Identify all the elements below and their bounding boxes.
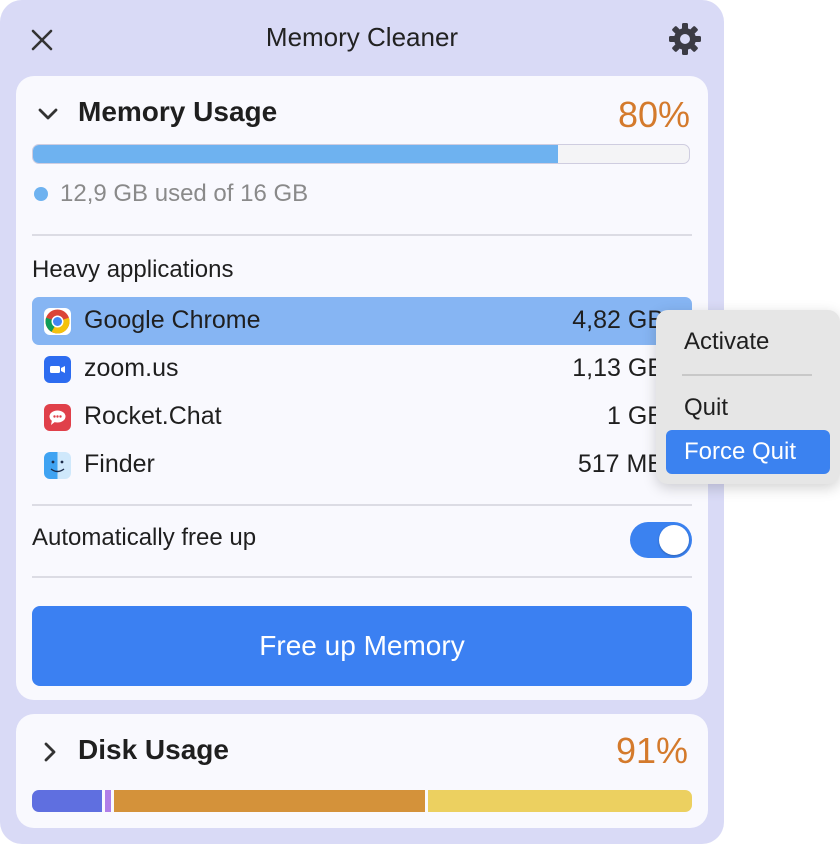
app-row-google-chrome[interactable]: Google Chrome 4,82 GB xyxy=(32,297,692,345)
auto-free-label: Automatically free up xyxy=(32,524,257,551)
disk-usage-segment xyxy=(32,790,105,812)
divider xyxy=(32,234,692,236)
memory-legend-dot xyxy=(34,187,48,201)
app-size: 517 MB xyxy=(577,450,664,478)
window-title: Memory Cleaner xyxy=(265,22,459,52)
divider xyxy=(32,504,692,506)
gear-icon[interactable] xyxy=(666,20,704,58)
app-name: Rocket.Chat xyxy=(84,402,222,430)
memory-usage-bar xyxy=(32,144,690,164)
disk-usage-percent: 91% xyxy=(615,730,688,771)
auto-free-toggle[interactable] xyxy=(630,522,692,558)
menu-item-quit[interactable]: Quit xyxy=(666,386,830,430)
app-row-rocket-chat[interactable]: Rocket.Chat 1 GB xyxy=(32,393,692,441)
app-name: Finder xyxy=(84,450,155,478)
disk-usage-header[interactable]: Disk Usage 91% xyxy=(16,714,708,794)
free-up-memory-button[interactable]: Free up Memory xyxy=(32,606,692,686)
memory-used-text: 12,9 GB used of 16 GB xyxy=(60,180,309,207)
chevron-down-icon[interactable] xyxy=(36,102,60,126)
disk-usage-title: Disk Usage xyxy=(78,734,229,765)
toggle-knob xyxy=(659,525,689,555)
menu-item-label: Force Quit xyxy=(684,438,797,465)
memory-cleaner-window: Memory Cleaner Memory Usage 80% 12,9 GB … xyxy=(0,0,724,844)
menu-item-label: Quit xyxy=(684,394,729,421)
rocketchat-icon xyxy=(44,404,71,431)
app-size: 1,13 GB xyxy=(572,354,664,382)
memory-usage-bar-fill xyxy=(33,145,558,163)
chrome-icon xyxy=(44,308,71,335)
app-context-menu: Activate Quit Force Quit xyxy=(656,310,840,484)
app-row-partial[interactable] xyxy=(32,493,692,503)
heavy-applications-title: Heavy applications xyxy=(32,256,234,283)
disk-usage-panel: Disk Usage 91% xyxy=(16,714,708,828)
memory-usage-title: Memory Usage xyxy=(78,96,278,127)
chevron-right-icon[interactable] xyxy=(38,740,62,764)
zoom-icon xyxy=(44,356,71,383)
disk-usage-segment xyxy=(114,790,428,812)
disk-usage-segment xyxy=(427,790,692,812)
memory-usage-panel: Memory Usage 80% 12,9 GB used of 16 GB H… xyxy=(16,76,708,700)
app-name: Google Chrome xyxy=(84,306,261,334)
app-size: 4,82 GB xyxy=(572,306,664,334)
menu-separator xyxy=(682,374,812,376)
app-row-finder[interactable]: Finder 517 MB xyxy=(32,441,692,489)
app-name: zoom.us xyxy=(84,354,179,382)
heavy-applications-list[interactable]: Google Chrome 4,82 GB zoom.us 1,13 GB Ro… xyxy=(32,297,692,503)
memory-usage-percent: 80% xyxy=(617,94,690,135)
divider xyxy=(32,576,692,578)
menu-item-activate[interactable]: Activate xyxy=(666,320,830,364)
finder-icon xyxy=(44,452,71,479)
menu-item-label: Activate xyxy=(684,328,770,355)
disk-usage-segment xyxy=(104,790,115,812)
memory-used-info: 12,9 GB used of 16 GB xyxy=(34,180,308,208)
disk-usage-bar xyxy=(32,790,692,812)
app-row-zoom[interactable]: zoom.us 1,13 GB xyxy=(32,345,692,393)
menu-item-force-quit[interactable]: Force Quit xyxy=(666,430,830,474)
